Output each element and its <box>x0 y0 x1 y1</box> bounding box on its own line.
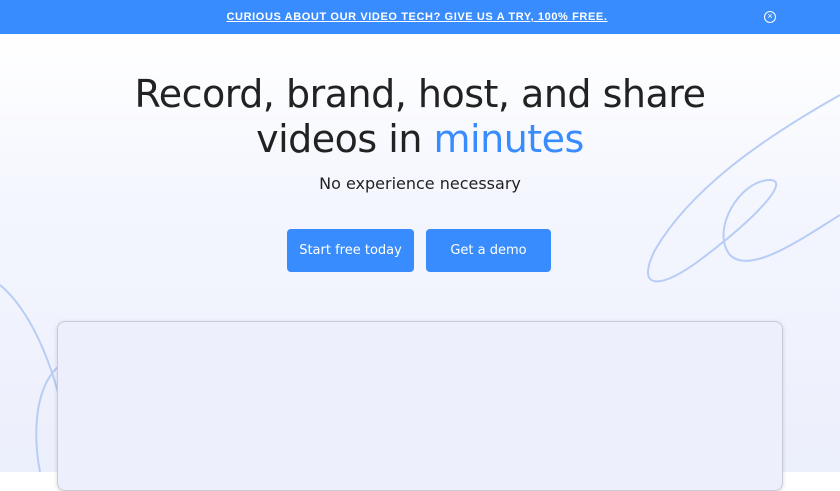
get-demo-button[interactable]: Get a demo <box>426 229 551 272</box>
start-free-button[interactable]: Start free today <box>287 229 414 272</box>
hero-title: Record, brand, host, and share videos in … <box>0 72 840 162</box>
close-circle-icon[interactable]: × <box>764 11 776 23</box>
video-preview-panel <box>57 321 783 491</box>
hero-title-line1: Record, brand, host, and share <box>134 72 706 116</box>
hero-title-line2: videos in <box>256 117 434 161</box>
promo-banner: CURIOUS ABOUT OUR VIDEO TECH? GIVE US A … <box>0 0 840 34</box>
hero-title-highlight: minutes <box>433 117 585 161</box>
promo-link[interactable]: CURIOUS ABOUT OUR VIDEO TECH? GIVE US A … <box>227 11 608 23</box>
hero-subtitle: No experience necessary <box>319 174 521 193</box>
